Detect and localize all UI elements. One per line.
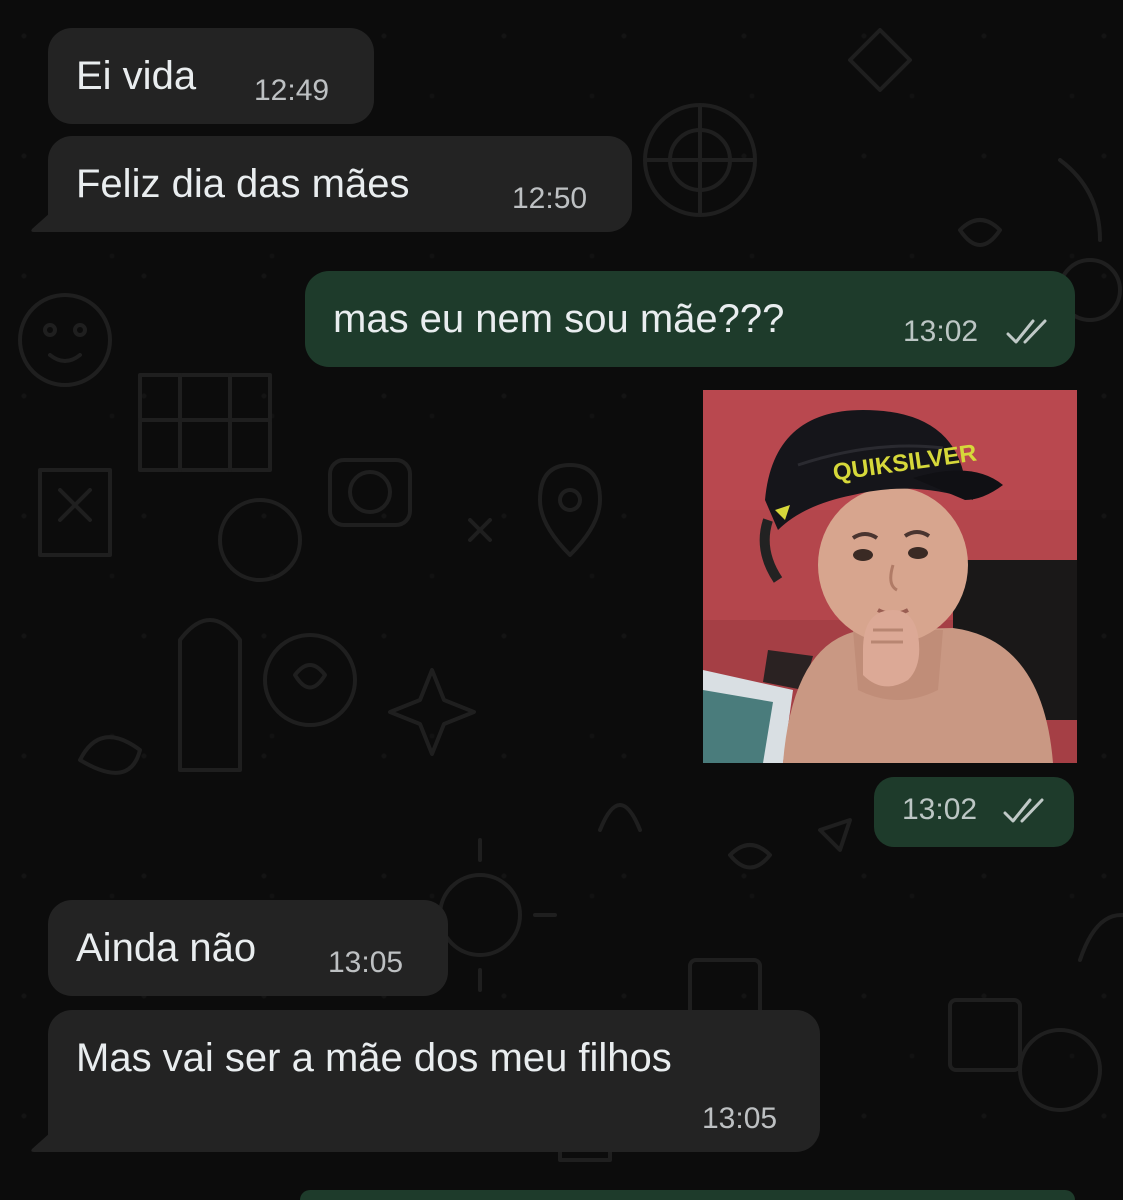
- message-time: 13:05: [328, 946, 404, 979]
- chat-view: Ei vida 12:49 Feliz dia das mães 12:50 m…: [0, 0, 1123, 1200]
- message-text: Ei vida: [76, 54, 197, 98]
- message-text: Ainda não: [76, 926, 257, 970]
- outgoing-message-partial[interactable]: [300, 1190, 1075, 1200]
- image-timestamp-bubble: 13:02: [874, 777, 1074, 847]
- message-time: 13:02: [903, 315, 979, 348]
- message-time: 12:49: [254, 74, 330, 107]
- incoming-message[interactable]: Feliz dia das mães 12:50: [48, 136, 632, 232]
- incoming-message[interactable]: Ainda não 13:05: [48, 900, 448, 996]
- double-check-icon: [1003, 798, 1044, 823]
- incoming-message[interactable]: Ei vida 12:49: [48, 28, 374, 124]
- photo-content: QUIKSILVER: [703, 390, 1077, 763]
- image-message[interactable]: QUIKSILVER: [703, 390, 1077, 763]
- double-check-icon: [1006, 319, 1047, 344]
- message-time: 13:02: [902, 793, 978, 826]
- message-time: 12:50: [512, 182, 588, 215]
- message-text: mas eu nem sou mãe???: [333, 297, 785, 341]
- incoming-message[interactable]: Mas vai ser a mãe dos meu filhos 13:05: [48, 1010, 820, 1152]
- message-time: 13:05: [702, 1102, 778, 1135]
- message-text: Mas vai ser a mãe dos meu filhos: [76, 1036, 672, 1080]
- outgoing-message[interactable]: mas eu nem sou mãe??? 13:02: [305, 271, 1075, 367]
- message-text: Feliz dia das mães: [76, 162, 410, 206]
